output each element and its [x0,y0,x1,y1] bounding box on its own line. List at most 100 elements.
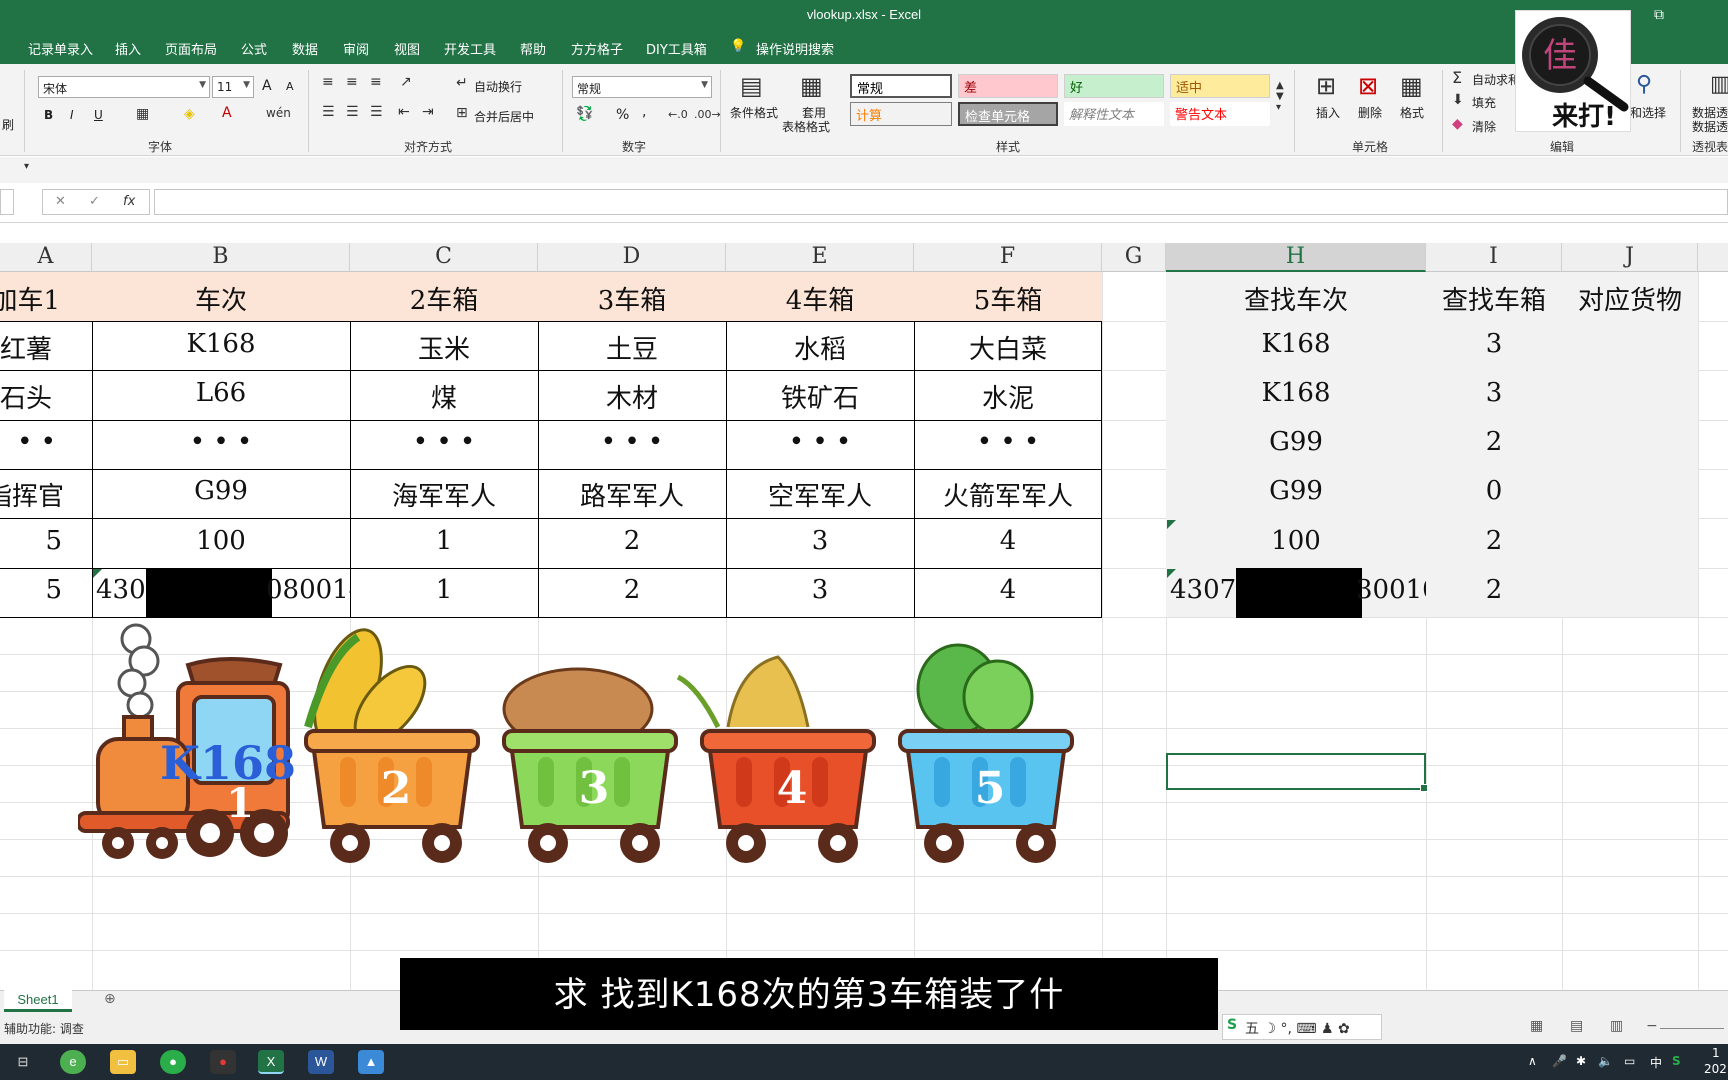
cell-c1[interactable]: 2车箱 [350,280,538,317]
cell-e4[interactable]: • • • [726,427,914,457]
worksheet-grid[interactable]: 加车1 车次 2车箱 3车箱 4车箱 5车箱 红薯 K168 玉米 土豆 水稻 … [0,272,1728,990]
font-color-icon[interactable]: A [222,105,232,121]
data-analysis-line2[interactable]: 数据透 [1692,118,1728,135]
insert-cells-button[interactable]: 插入 [1316,104,1340,121]
fill-color-icon[interactable]: ◈ [184,106,195,122]
page-break-view-icon[interactable]: ▥ [1610,1018,1623,1034]
excel-icon[interactable]: X [258,1050,284,1074]
cell-h3[interactable]: K168 [1166,378,1426,408]
tab-developer[interactable]: 开发工具 [444,39,496,58]
sogou-tray-icon[interactable]: S [1672,1054,1681,1068]
wrap-text-button[interactable]: 自动换行 [474,78,522,95]
col-header-a[interactable]: A [0,243,92,272]
style-neutral[interactable]: 适中 [1170,74,1270,98]
cell-c5[interactable]: 海军军人 [350,476,538,513]
cell-i2[interactable]: 3 [1426,329,1562,359]
merge-icon[interactable]: ⊞ [456,105,468,121]
style-check-cell[interactable]: 检查单元格 [958,102,1058,126]
cell-e6[interactable]: 3 [726,526,914,556]
col-header-h[interactable]: H [1166,243,1426,272]
merge-center-button[interactable]: 合并后居中 [474,108,534,125]
active-cell-selection[interactable] [1166,753,1428,792]
cell-e5[interactable]: 空军军人 [726,476,914,513]
cell-a2[interactable]: 红薯 [0,329,92,366]
photos-icon[interactable]: ▲ [358,1050,384,1074]
phonetic-icon[interactable]: wén [266,106,291,120]
cell-c2[interactable]: 玉米 [350,329,538,366]
align-middle-icon[interactable]: ≡ [346,74,358,90]
cell-h7-suffix[interactable]: 30010 [1356,575,1426,605]
cell-h2[interactable]: K168 [1166,329,1426,359]
cell-d4[interactable]: • • • [538,427,726,457]
clock-time[interactable]: 1 [1712,1046,1720,1060]
cell-d3[interactable]: 木材 [538,378,726,415]
wrap-text-icon[interactable]: ↵ [456,75,468,91]
style-calc[interactable]: 计算 [850,102,952,126]
cell-c6[interactable]: 1 [350,526,538,556]
cell-e2[interactable]: 水稻 [726,329,914,366]
wechat-icon[interactable]: ● [160,1050,186,1074]
word-icon[interactable]: W [308,1050,334,1074]
cell-b7-suffix[interactable]: 080014 [266,575,350,605]
format-cells-icon[interactable]: ▦ [1400,72,1423,100]
comma-button[interactable]: , [642,104,646,120]
decrease-decimal-icon[interactable]: .00→ [694,108,721,121]
volume-icon[interactable]: 🔈 [1598,1054,1613,1068]
tab-view[interactable]: 视图 [394,39,420,58]
style-bad[interactable]: 差 [958,74,1058,98]
delete-cells-button[interactable]: 删除 [1358,104,1382,121]
table-format-button-line2[interactable]: 表格格式 [782,118,830,135]
cell-h5[interactable]: G99 [1166,476,1426,506]
network-icon[interactable]: ▭ [1624,1054,1635,1068]
cell-b1[interactable]: 车次 [92,280,350,317]
cell-e1[interactable]: 4车箱 [726,280,914,317]
align-center-icon[interactable]: ☰ [346,104,359,120]
fx-icon[interactable]: fx [123,194,135,209]
ime-toolbar[interactable]: S 五 ☽ °, ⌨ ♟ ✿ [1222,1014,1382,1040]
col-header-c[interactable]: C [350,243,538,272]
tab-review[interactable]: 审阅 [343,39,369,58]
microphone-icon[interactable]: 🎤 [1552,1054,1567,1068]
cell-i3[interactable]: 3 [1426,378,1562,408]
cell-i6[interactable]: 2 [1426,526,1562,556]
input-language[interactable]: 中 [1650,1054,1662,1071]
cell-e7[interactable]: 3 [726,575,914,605]
col-header-j[interactable]: J [1562,243,1698,272]
cell-i4[interactable]: 2 [1426,427,1562,457]
tray-chevron-icon[interactable]: ∧ [1528,1054,1537,1068]
cell-b4[interactable]: • • • [92,427,350,457]
enter-icon[interactable]: ✓ [89,194,100,209]
cell-i1[interactable]: 查找车箱 [1426,280,1562,317]
cell-d1[interactable]: 3车箱 [538,280,726,317]
styles-scroll-icon[interactable]: ▲ ▼ ▾ [1276,80,1284,113]
task-view-icon[interactable]: ⊟ [10,1050,36,1074]
cell-a4[interactable]: • • [0,427,92,457]
customize-qat-icon[interactable]: ▾ [24,161,29,172]
pivot-icon[interactable]: ▥ [1710,72,1728,97]
cell-c3[interactable]: 煤 [350,378,538,415]
name-box[interactable] [0,189,14,215]
cell-j1[interactable]: 对应货物 [1562,280,1698,317]
cell-i5[interactable]: 0 [1426,476,1562,506]
style-normal[interactable]: 常规 [850,74,952,98]
delete-cells-icon[interactable]: ⊠ [1358,72,1378,100]
style-warning[interactable]: 警告文本 [1170,102,1270,126]
cell-a5[interactable]: 指挥官 [0,476,92,513]
italic-button[interactable]: I [70,108,74,122]
style-explanatory[interactable]: 解释性文本 [1064,102,1164,126]
currency-icon[interactable]: 💱 [576,106,593,122]
find-select-button[interactable]: 和选择 [1630,104,1666,121]
font-size-select[interactable]: 11 ▼ [212,76,254,98]
decrease-indent-icon[interactable]: ⇤ [398,104,410,120]
normal-view-icon[interactable]: ▦ [1530,1018,1543,1034]
eraser-icon[interactable]: ◆ [1452,116,1463,132]
insert-cells-icon[interactable]: ⊞ [1316,72,1336,100]
cell-f2[interactable]: 大白菜 [914,329,1102,366]
cell-f7[interactable]: 4 [914,575,1102,605]
tab-page-layout[interactable]: 页面布局 [165,39,217,58]
autosum-icon[interactable]: Σ [1452,68,1462,87]
cell-d5[interactable]: 路军军人 [538,476,726,513]
tab-help[interactable]: 帮助 [520,39,546,58]
col-header-d[interactable]: D [538,243,726,272]
number-format-select[interactable]: 常规 ▼ [572,76,712,98]
